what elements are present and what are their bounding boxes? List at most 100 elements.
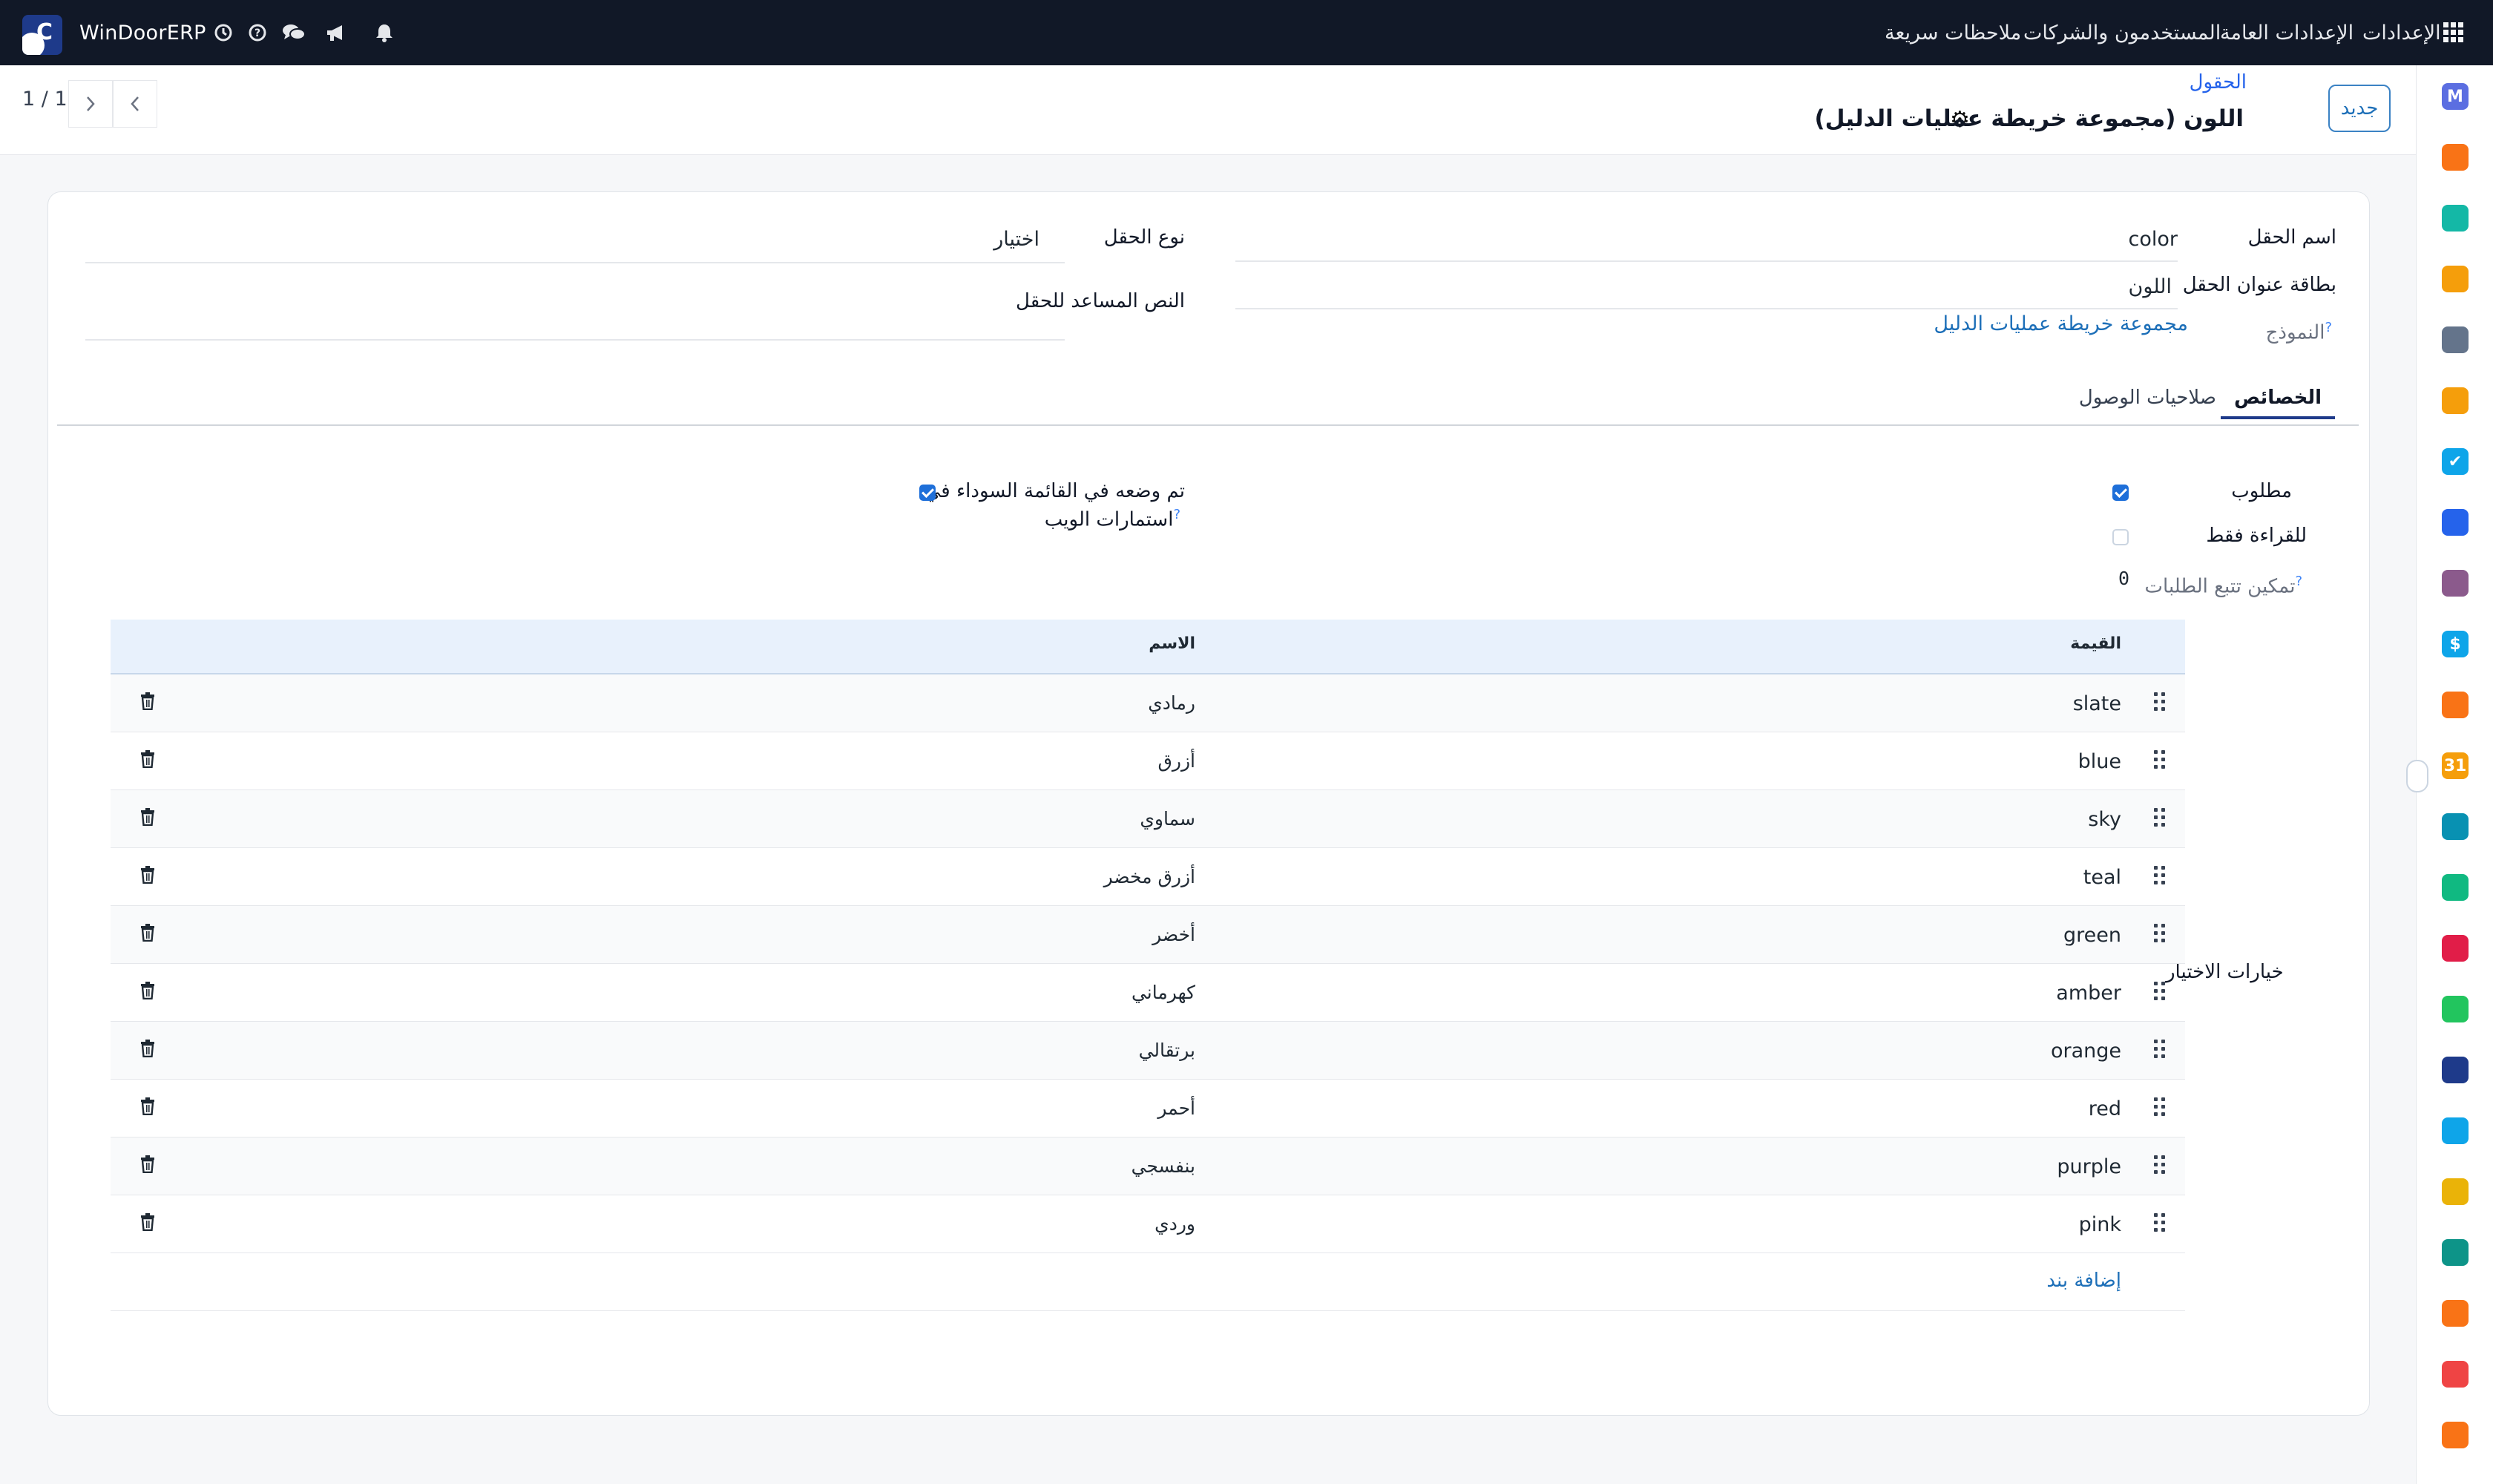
drag-handle-icon[interactable]	[2154, 924, 2166, 945]
option-name[interactable]: بنفسجي	[1131, 1155, 1195, 1177]
trash-icon[interactable]	[140, 750, 155, 771]
company-logo[interactable]: C	[22, 15, 62, 55]
option-name[interactable]: كهرماني	[1131, 982, 1195, 1003]
tab-properties[interactable]: الخصائص	[2220, 387, 2336, 419]
drag-handle-icon[interactable]	[2154, 1155, 2166, 1176]
pie-icon[interactable]	[2442, 1361, 2469, 1388]
apps-grid-icon[interactable]	[2443, 0, 2465, 65]
sidebar-toggle-handle[interactable]	[2406, 760, 2428, 792]
trash-icon[interactable]	[140, 1213, 155, 1234]
table-row[interactable]: slate رمادي	[111, 674, 2185, 732]
trash-icon[interactable]	[140, 1097, 155, 1118]
product-box-icon[interactable]	[2442, 570, 2469, 597]
drag-handle-icon[interactable]	[2154, 866, 2166, 887]
table-row[interactable]: green أخضر	[111, 906, 2185, 964]
contacts-icon[interactable]	[2442, 874, 2469, 901]
option-name[interactable]: أزرق	[1158, 750, 1196, 772]
settings-hex-icon[interactable]	[2442, 1422, 2469, 1448]
whatsapp-icon[interactable]	[2442, 996, 2469, 1022]
pager-previous-button[interactable]	[113, 80, 157, 128]
dashboard-tiles-icon[interactable]	[2442, 935, 2469, 962]
drag-handle-icon[interactable]	[2154, 1213, 2166, 1234]
blacklist-checkbox[interactable]	[919, 485, 936, 501]
breadcrumb-fields[interactable]: الحقول	[2190, 71, 2247, 93]
drag-handle-icon[interactable]	[2154, 692, 2166, 713]
new-button[interactable]: جديد	[2328, 85, 2391, 132]
pager-next-button[interactable]	[68, 80, 113, 128]
drag-handle-icon[interactable]	[2154, 808, 2166, 829]
option-value[interactable]: blue	[2078, 750, 2121, 773]
table-row[interactable]: pink وردي	[111, 1195, 2185, 1253]
megaphone-icon[interactable]	[325, 0, 347, 65]
trash-icon[interactable]	[140, 982, 155, 1002]
table-row[interactable]: sky سماوي	[111, 790, 2185, 848]
help-tooltip-icon[interactable]: ?	[1173, 507, 1180, 522]
trash-icon[interactable]	[140, 808, 155, 829]
sign-icon[interactable]	[2442, 387, 2469, 414]
menu-users-companies[interactable]: المستخدمون والشركات	[2023, 0, 2221, 65]
table-row[interactable]: purple بنفسجي	[111, 1137, 2185, 1195]
option-value[interactable]: teal	[2083, 866, 2121, 889]
bell-icon[interactable]	[374, 0, 395, 65]
drag-handle-icon[interactable]	[2154, 982, 2166, 1002]
column-header-name[interactable]: الاسم	[1149, 634, 1195, 653]
gauge-icon[interactable]	[2442, 1057, 2469, 1083]
drag-handle-icon[interactable]	[2154, 750, 2166, 771]
trash-icon[interactable]	[140, 1155, 155, 1176]
menu-quick-notes[interactable]: ملاحظات سريعة	[1885, 0, 2021, 65]
option-value[interactable]: red	[2089, 1097, 2121, 1120]
option-name[interactable]: أحمر	[1157, 1097, 1195, 1119]
menu-general-settings[interactable]: الإعدادات العامة	[2220, 0, 2354, 65]
column-header-value[interactable]: القيمة	[2070, 634, 2121, 653]
field-name-input[interactable]: color	[2129, 228, 2178, 251]
add-line-link[interactable]: إضافة بند	[2046, 1270, 2121, 1292]
drag-handle-icon[interactable]	[2154, 1040, 2166, 1060]
knowledge-icon[interactable]	[2442, 509, 2469, 536]
option-value[interactable]: amber	[2056, 982, 2121, 1005]
option-value[interactable]: purple	[2057, 1155, 2121, 1178]
option-name[interactable]: وردي	[1154, 1213, 1195, 1235]
trash-icon[interactable]	[140, 1040, 155, 1060]
option-name[interactable]: رمادي	[1148, 692, 1195, 714]
model-link[interactable]: مجموعة خريطة عمليات الدليل	[1934, 312, 2188, 335]
help-tooltip-icon[interactable]: ?	[2295, 574, 2302, 589]
table-row[interactable]: blue أزرق	[111, 732, 2185, 790]
mail-marketing-icon[interactable]: M	[2442, 83, 2469, 110]
menu-settings[interactable]: الإعدادات	[2362, 0, 2441, 65]
option-value[interactable]: sky	[2088, 808, 2121, 831]
required-checkbox[interactable]	[2112, 485, 2129, 501]
pen-icon[interactable]	[2442, 813, 2469, 840]
employees-icon[interactable]	[2442, 692, 2469, 718]
table-row[interactable]: teal أزرق مخضر	[111, 848, 2185, 906]
chat-icon[interactable]	[282, 0, 306, 65]
chat-bubble-icon[interactable]	[2442, 144, 2469, 171]
trash-icon[interactable]	[140, 924, 155, 945]
tab-access-rights[interactable]: صلاحيات الوصول	[2079, 387, 2216, 409]
table-row[interactable]: amber كهرماني	[111, 964, 2185, 1022]
option-name[interactable]: برتقالي	[1139, 1040, 1195, 1061]
table-row[interactable]: red أحمر	[111, 1080, 2185, 1137]
tracking-input[interactable]: 0	[2118, 568, 2129, 589]
help-tooltip-icon[interactable]: ?	[2325, 320, 2332, 335]
option-value[interactable]: pink	[2079, 1213, 2121, 1236]
option-name[interactable]: أزرق مخضر	[1104, 866, 1195, 887]
option-name[interactable]: أخضر	[1152, 924, 1195, 945]
invoicing-icon[interactable]: $	[2442, 631, 2469, 657]
option-value[interactable]: orange	[2051, 1040, 2121, 1063]
help-icon[interactable]: ?	[248, 0, 267, 65]
hexagon-icon[interactable]	[2442, 1300, 2469, 1327]
clock-icon[interactable]	[214, 0, 233, 65]
paper-plane-icon[interactable]	[2442, 1178, 2469, 1205]
drag-handle-icon[interactable]	[2154, 1097, 2166, 1118]
option-value[interactable]: slate	[2073, 692, 2121, 715]
option-name[interactable]: سماوي	[1140, 808, 1195, 830]
readonly-checkbox[interactable]	[2112, 529, 2129, 545]
field-label-input[interactable]: اللون	[2129, 275, 2172, 298]
app-name[interactable]: WinDoorERP	[79, 0, 206, 65]
option-value[interactable]: green	[2063, 924, 2121, 947]
checkmark-icon[interactable]: ✔	[2442, 448, 2469, 475]
field-type-select[interactable]: اختيار	[993, 228, 1039, 251]
trash-icon[interactable]	[140, 692, 155, 713]
pager-value[interactable]: 1 / 1	[22, 88, 68, 111]
calendar-icon[interactable]: 31	[2442, 752, 2469, 779]
